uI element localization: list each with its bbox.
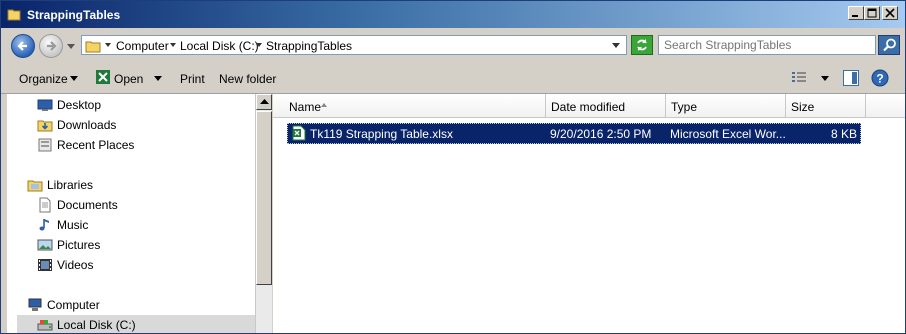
column-header-label: Name	[289, 100, 322, 114]
breadcrumb-local-disk[interactable]: Local Disk (C:)	[180, 39, 259, 53]
maximize-icon	[867, 8, 877, 18]
nav-item-recent-places[interactable]: Recent Places	[37, 136, 247, 154]
computer-icon	[28, 298, 42, 311]
search-input[interactable]	[659, 36, 879, 54]
refresh-icon	[637, 39, 647, 51]
downloads-icon	[37, 120, 53, 132]
recent-places-icon	[38, 138, 52, 152]
file-date-modified: 9/20/2016 2:50 PM	[550, 127, 652, 141]
nav-item-label: Local Disk (C:)	[57, 318, 136, 332]
preview-pane-icon[interactable]	[843, 70, 859, 86]
nav-item-label: Computer	[47, 298, 100, 312]
nav-item-libraries[interactable]: Libraries	[27, 176, 247, 194]
file-row[interactable]: Tk119 Strapping Table.xlsx 9/20/2016 2:5…	[287, 123, 861, 144]
column-header-date-modified[interactable]: Date modified	[546, 94, 666, 118]
window-title: StrappingTables	[27, 8, 121, 22]
nav-item-label: Recent Places	[57, 138, 135, 152]
recent-pages-dropdown-icon[interactable]	[67, 44, 75, 49]
column-header-type[interactable]: Type	[666, 94, 786, 118]
help-icon[interactable]: ?	[871, 69, 889, 87]
title-bar[interactable]: StrappingTables	[1, 1, 905, 28]
breadcrumb-strappingtables[interactable]: StrappingTables	[266, 39, 352, 53]
file-name: Tk119 Strapping Table.xlsx	[310, 127, 453, 141]
sort-ascending-icon	[321, 103, 327, 107]
search-icon	[883, 38, 896, 52]
nav-item-label: Downloads	[57, 118, 117, 132]
open-button[interactable]: Open	[114, 72, 143, 86]
print-button[interactable]: Print	[180, 72, 205, 86]
nav-item-videos[interactable]: Videos	[37, 256, 247, 274]
address-row: Computer Local Disk (C:) StrappingTables	[1, 28, 905, 64]
explorer-window: StrappingTables Computer Local Disk (C:)	[0, 0, 906, 334]
forward-button[interactable]	[39, 34, 63, 58]
nav-item-desktop[interactable]: Desktop	[37, 96, 247, 114]
breadcrumb-separator-icon[interactable]	[170, 43, 176, 49]
scroll-thumb[interactable]	[256, 111, 272, 285]
drive-icon	[37, 320, 53, 331]
nav-item-label: Desktop	[57, 98, 102, 112]
chevron-down-icon[interactable]	[821, 76, 829, 81]
column-header-name[interactable]: Name	[273, 94, 546, 118]
nav-item-label: Videos	[57, 258, 94, 272]
file-type: Microsoft Excel Wor...	[670, 127, 785, 141]
documents-icon	[39, 197, 51, 213]
excel-file-icon	[292, 125, 306, 141]
arrow-left-icon	[17, 41, 27, 51]
desktop-icon	[37, 99, 53, 111]
search-field[interactable]	[658, 35, 879, 55]
chevron-down-icon[interactable]	[154, 76, 162, 81]
column-header-label: Type	[671, 100, 698, 114]
file-size: 8 KB	[830, 127, 857, 141]
pictures-icon	[37, 239, 53, 251]
address-bar[interactable]: Computer Local Disk (C:) StrappingTables	[81, 35, 627, 55]
nav-item-label: Music	[57, 218, 89, 232]
nav-item-label: Documents	[57, 198, 118, 212]
column-header-size[interactable]: Size	[786, 94, 866, 118]
videos-icon	[38, 259, 52, 271]
arrow-right-icon	[47, 41, 57, 51]
folder-icon	[85, 41, 101, 53]
scroll-up-button[interactable]	[256, 94, 272, 110]
breadcrumb-separator-icon[interactable]	[256, 43, 262, 49]
folder-icon	[7, 9, 21, 21]
nav-item-pictures[interactable]: Pictures	[37, 236, 247, 254]
address-history-dropdown-icon[interactable]	[612, 43, 620, 48]
new-folder-button[interactable]: New folder	[219, 72, 276, 86]
refresh-button[interactable]	[631, 35, 653, 55]
back-button[interactable]	[11, 34, 35, 58]
organize-button[interactable]: Organize	[19, 72, 68, 86]
nav-item-local-disk[interactable]: Local Disk (C:)	[17, 315, 255, 333]
close-button[interactable]	[882, 6, 898, 20]
file-list[interactable]: Name Date modified Type Size Tk119 Strap…	[273, 94, 905, 333]
nav-item-documents[interactable]: Documents	[37, 196, 247, 214]
nav-item-label: Pictures	[57, 238, 101, 252]
svg-text:?: ?	[876, 72, 883, 86]
navigation-pane[interactable]: Desktop Downloads Recent Places Librarie…	[7, 94, 255, 333]
chevron-up-icon	[260, 99, 269, 104]
nav-item-computer[interactable]: Computer	[27, 296, 247, 314]
breadcrumb-computer[interactable]: Computer	[116, 39, 169, 53]
command-bar: Organize Open Print New folder ?	[1, 64, 905, 94]
nav-item-label: Libraries	[47, 178, 94, 192]
column-header-label: Date modified	[551, 100, 626, 114]
minimize-icon	[852, 15, 858, 17]
views-icon[interactable]	[792, 71, 808, 85]
excel-icon[interactable]	[95, 69, 111, 85]
nav-scrollbar[interactable]	[255, 94, 272, 333]
music-icon	[39, 219, 49, 231]
chevron-down-icon[interactable]	[70, 76, 78, 81]
nav-item-music[interactable]: Music	[37, 216, 247, 234]
minimize-button[interactable]	[848, 6, 864, 20]
libraries-icon	[27, 180, 43, 192]
nav-item-downloads[interactable]: Downloads	[37, 116, 247, 134]
search-button[interactable]	[878, 35, 900, 55]
breadcrumb-separator-icon[interactable]	[105, 43, 111, 49]
column-header-label: Size	[791, 100, 815, 114]
maximize-button[interactable]	[864, 6, 880, 20]
close-icon	[885, 8, 895, 18]
column-header-filler	[866, 94, 905, 118]
